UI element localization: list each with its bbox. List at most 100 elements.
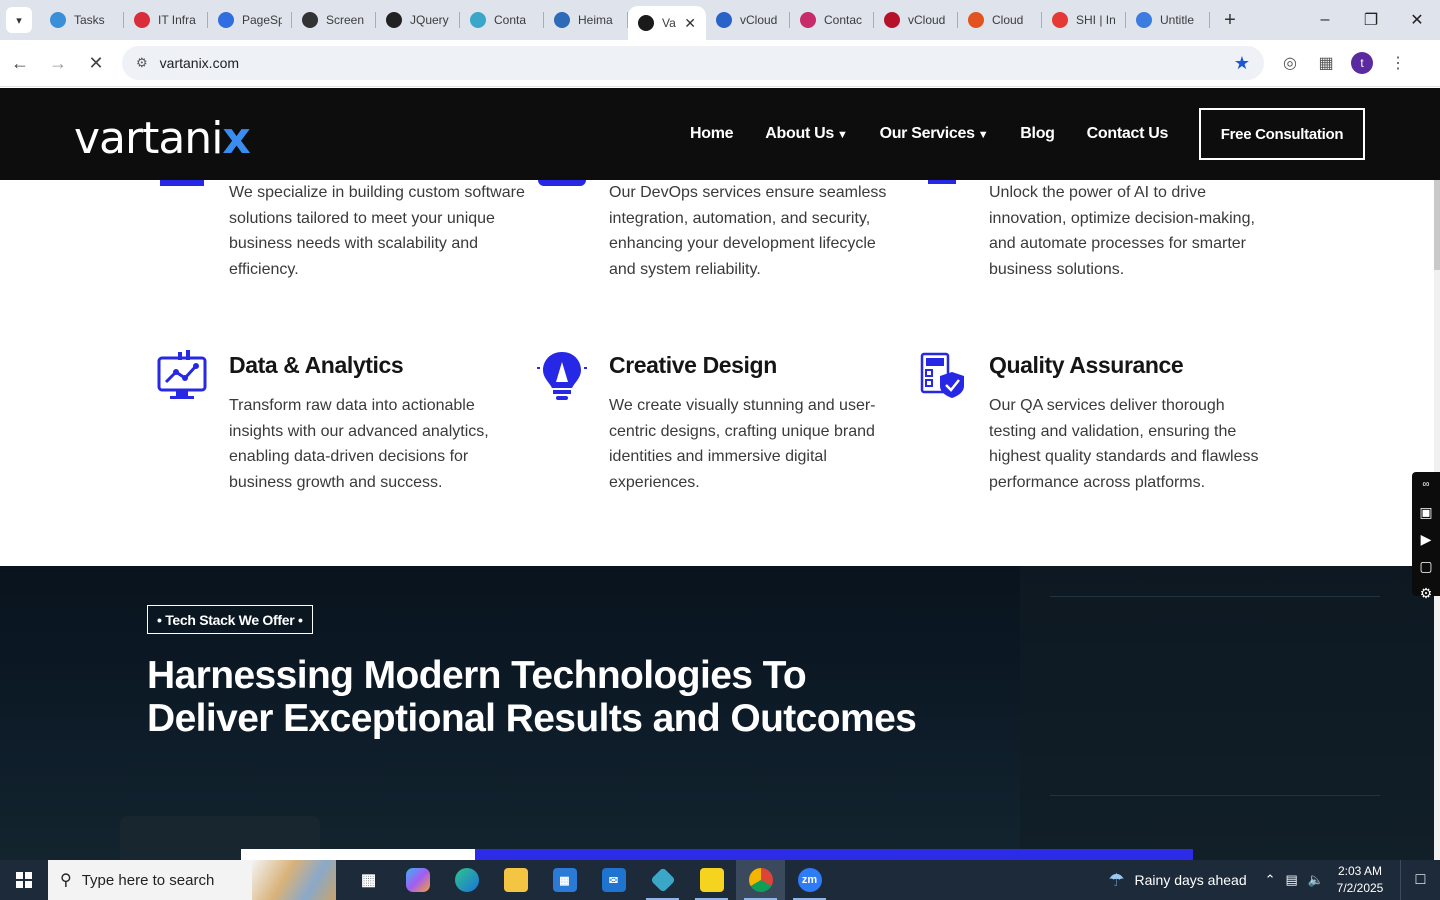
close-window-button[interactable]: ✕ xyxy=(1394,0,1440,40)
tab-label: Va xyxy=(662,16,676,30)
tab-favicon-icon xyxy=(884,12,900,28)
browser-tab-strip: ▾ Tasks IT Infra PageSp Screen JQuery Conta He… xyxy=(0,0,1440,40)
ai-icon xyxy=(928,180,956,184)
service-description: We specialize in building custom softwar… xyxy=(229,184,525,279)
system-tray: ☂ Rainy days ahead ⌃ ▤ 🔈 2:03 AM 7/2/202… xyxy=(1108,860,1440,900)
taskbar-copilot[interactable] xyxy=(393,860,442,900)
browser-tab[interactable]: SHI | In xyxy=(1042,0,1126,40)
browser-tab[interactable]: Contac xyxy=(790,0,874,40)
tab-search-button[interactable]: ▾ xyxy=(6,7,32,33)
browser-tab[interactable]: Heima xyxy=(544,0,628,40)
taskbar-file-explorer[interactable] xyxy=(491,860,540,900)
taskbar-app-remote[interactable] xyxy=(638,860,687,900)
copilot-icon xyxy=(405,868,430,892)
profile-button[interactable]: t xyxy=(1344,45,1380,81)
service-card-ai: Unlock the power of AI to drive innovati… xyxy=(989,180,1269,283)
start-button[interactable] xyxy=(0,860,48,900)
store-icon: ▦ xyxy=(552,868,577,892)
avatar: t xyxy=(1351,52,1373,74)
taskbar-store[interactable]: ▦ xyxy=(540,860,589,900)
browser-tab[interactable]: vCloud xyxy=(706,0,790,40)
service-card-custom-software: We specialize in building custom softwar… xyxy=(229,180,529,283)
services-section: We specialize in building custom softwar… xyxy=(0,180,1440,566)
browser-tab[interactable]: Tasks xyxy=(40,0,124,40)
nav-blog[interactable]: Blog xyxy=(1020,125,1055,143)
taskbar-zoom[interactable]: zm xyxy=(785,860,834,900)
browser-tab[interactable]: PageSp xyxy=(208,0,292,40)
nav-about-us[interactable]: About Us ▼ xyxy=(765,125,848,143)
taskbar-mail[interactable]: ✉ xyxy=(589,860,638,900)
tab-favicon-icon xyxy=(1052,12,1068,28)
background-decoration xyxy=(1050,596,1380,796)
nav-our-services[interactable]: Our Services ▼ xyxy=(880,125,989,143)
tab-label: Cloud xyxy=(992,13,1024,27)
browser-tab[interactable]: vCloud xyxy=(874,0,958,40)
site-logo[interactable]: vartanix xyxy=(74,113,251,164)
extensions-button[interactable]: ▦ xyxy=(1308,45,1344,81)
translate-button[interactable]: ◎ xyxy=(1272,45,1308,81)
browser-tab[interactable]: Untitle xyxy=(1126,0,1210,40)
tab-favicon-icon xyxy=(638,15,654,31)
globe-icon: ◎ xyxy=(1283,55,1297,72)
section-badge: • Tech Stack We Offer • xyxy=(147,605,313,634)
windows-logo-icon xyxy=(16,872,32,888)
tab-favicon-icon xyxy=(50,12,66,28)
forward-button[interactable]: → xyxy=(40,45,76,81)
network-icon[interactable]: ▤ xyxy=(1286,872,1298,888)
tab-favicon-icon xyxy=(302,12,318,28)
taskbar-search[interactable]: ⚲ Type here to search xyxy=(48,860,336,900)
notifications-button[interactable]: □ xyxy=(1400,860,1440,900)
taskbar-chrome[interactable] xyxy=(736,860,785,900)
browser-tab[interactable]: Va ✕ xyxy=(628,6,706,40)
system-clock[interactable]: 2:03 AM 7/2/2025 xyxy=(1334,863,1386,897)
free-consultation-button[interactable]: Free Consultation xyxy=(1199,108,1365,160)
chevron-up-icon[interactable]: ⌃ xyxy=(1265,872,1276,888)
link-icon[interactable]: ∞ xyxy=(1422,476,1429,494)
taskbar-edge[interactable] xyxy=(442,860,491,900)
tech-stack-section: • Tech Stack We Offer • Harnessing Moder… xyxy=(0,566,1440,860)
service-description: Unlock the power of AI to drive innovati… xyxy=(989,184,1255,279)
new-tab-button[interactable]: + xyxy=(1216,6,1244,34)
tech-tab-bar[interactable] xyxy=(475,849,1193,860)
browser-tab[interactable]: JQuery xyxy=(376,0,460,40)
address-bar[interactable]: ⚙ vartanix.com ★ xyxy=(122,46,1264,80)
camera-icon[interactable]: ▣ xyxy=(1419,503,1432,521)
nav-home[interactable]: Home xyxy=(690,125,734,143)
volume-icon[interactable]: 🔈 xyxy=(1308,872,1324,888)
devops-icon xyxy=(538,180,586,186)
tab-favicon-icon xyxy=(716,12,732,28)
service-title: Quality Assurance xyxy=(989,352,1184,378)
browser-tab[interactable]: Screen xyxy=(292,0,376,40)
stop-loading-button[interactable]: ✕ xyxy=(78,45,114,81)
browser-tab[interactable]: IT Infra xyxy=(124,0,208,40)
weather-widget[interactable]: ☂ Rainy days ahead xyxy=(1108,870,1246,891)
tab-favicon-icon xyxy=(800,12,816,28)
site-settings-icon[interactable]: ⚙ xyxy=(136,55,148,71)
browser-tab[interactable]: Conta xyxy=(460,0,544,40)
windows-taskbar: ⚲ Type here to search ▦ ▦ ✉ zm ☂ Rainy d… xyxy=(0,860,1440,900)
back-button[interactable]: ← xyxy=(2,45,38,81)
task-view-button[interactable]: ▦ xyxy=(344,860,393,900)
section-headline: Harnessing Modern Technologies To Delive… xyxy=(147,654,917,740)
browser-tab[interactable]: Cloud xyxy=(958,0,1042,40)
lightbulb-icon xyxy=(537,352,587,400)
video-icon[interactable]: ▶ xyxy=(1421,530,1432,548)
window-icon[interactable]: ▢ xyxy=(1419,557,1432,575)
restore-button[interactable]: ❐ xyxy=(1348,0,1394,40)
chevron-down-icon: ▼ xyxy=(836,129,848,141)
close-tab-icon[interactable]: ✕ xyxy=(684,15,696,32)
taskbar-sticky-notes[interactable] xyxy=(687,860,736,900)
gear-icon[interactable]: ⚙ xyxy=(1420,584,1433,602)
browser-menu-button[interactable]: ⋮ xyxy=(1380,45,1416,81)
service-description: Our DevOps services ensure seamless inte… xyxy=(609,184,887,279)
tech-tab-active[interactable] xyxy=(241,849,475,860)
arrow-left-icon: ← xyxy=(11,52,29,73)
umbrella-icon: ☂ xyxy=(1108,869,1125,890)
browser-toolbar: ← → ✕ ⚙ vartanix.com ★ ◎ ▦ t ⋮ xyxy=(0,40,1440,87)
folder-icon xyxy=(503,868,528,892)
service-card-data-analytics: Data & Analytics Transform raw data into… xyxy=(229,352,529,496)
bookmark-star-icon[interactable]: ★ xyxy=(1234,53,1250,74)
scrollbar-thumb[interactable] xyxy=(1434,180,1440,270)
nav-contact-us[interactable]: Contact Us xyxy=(1087,125,1169,143)
minimize-button[interactable]: – xyxy=(1302,0,1348,40)
